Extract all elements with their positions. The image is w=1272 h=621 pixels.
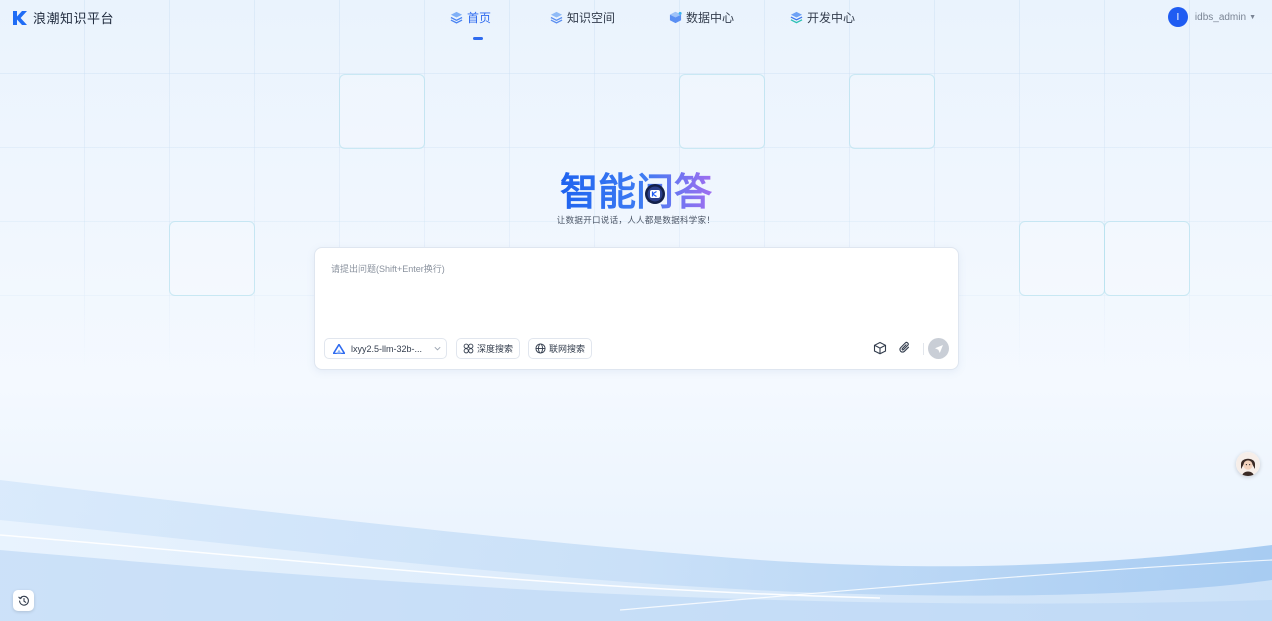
hero-title: 智能问答 [560, 170, 713, 212]
svg-text:智能问答: 智能问答 [560, 170, 713, 212]
stack-icon [790, 11, 803, 24]
hero-subtitle: 让数据开口说话，人人都是数据科学家！ [556, 215, 716, 225]
deep-search-label: 深度搜索 [477, 344, 514, 354]
bg-tile [169, 221, 255, 296]
cube-icon[interactable] [873, 341, 887, 355]
nav-label: 开发中心 [807, 11, 856, 25]
question-input[interactable] [329, 260, 943, 324]
bg-tile [1104, 221, 1190, 296]
avatar[interactable]: I [1167, 7, 1188, 27]
caret-down-icon[interactable]: ▼ [1249, 14, 1256, 21]
model-logo-icon [333, 343, 345, 354]
layers-icon [550, 11, 563, 24]
bg-tile [679, 74, 765, 149]
deep-search-icon [463, 343, 474, 354]
globe-icon [535, 343, 546, 354]
nav-item-home[interactable]: 首页 [450, 9, 491, 26]
nav-item-knowledge-space[interactable]: 知识空间 [550, 9, 615, 26]
bg-tile [339, 74, 425, 149]
toolbar-divider [923, 343, 924, 355]
main-nav: 首页 知识空间 数据中心 开发中心 [0, 9, 1272, 40]
nav-item-dev-center[interactable]: 开发中心 [790, 9, 855, 26]
robot-badge-icon [645, 184, 665, 204]
nav-label: 首页 [467, 11, 492, 25]
wave-background [0, 480, 1272, 621]
active-nav-indicator [473, 37, 483, 40]
assistant-avatar[interactable] [1236, 452, 1260, 476]
history-icon [17, 595, 29, 606]
paperclip-icon[interactable] [898, 341, 912, 355]
nav-label: 数据中心 [686, 11, 735, 25]
model-select-value: lxyy2.5-llm-32b-... [351, 343, 423, 354]
layers-icon [450, 11, 463, 24]
nav-item-data-center[interactable]: 数据中心 [669, 9, 734, 26]
bg-tile [849, 74, 935, 149]
web-search-label: 联网搜索 [549, 344, 586, 354]
send-button[interactable] [928, 338, 949, 359]
send-icon [934, 344, 943, 353]
history-button[interactable] [13, 590, 34, 611]
web-search-button[interactable]: 联网搜索 [528, 338, 593, 359]
assistant-face-icon [1236, 452, 1260, 476]
username[interactable]: idbs_admin [1195, 12, 1246, 23]
chat-input-card: lxyy2.5-llm-32b-... 深度搜索 联网搜索 [314, 247, 959, 370]
top-header: 浪潮知识平台 首页 知识空间 数据中心 开发中心 I idbs_admin ▼ [0, 0, 1272, 40]
chevron-down-icon [434, 346, 441, 351]
bg-tile [1019, 221, 1105, 296]
deep-search-button[interactable]: 深度搜索 [456, 338, 521, 359]
nav-label: 知识空间 [567, 11, 616, 25]
cube-icon [669, 11, 682, 24]
user-menu[interactable]: I idbs_admin ▼ [1167, 7, 1256, 27]
model-select[interactable]: lxyy2.5-llm-32b-... [324, 338, 447, 359]
